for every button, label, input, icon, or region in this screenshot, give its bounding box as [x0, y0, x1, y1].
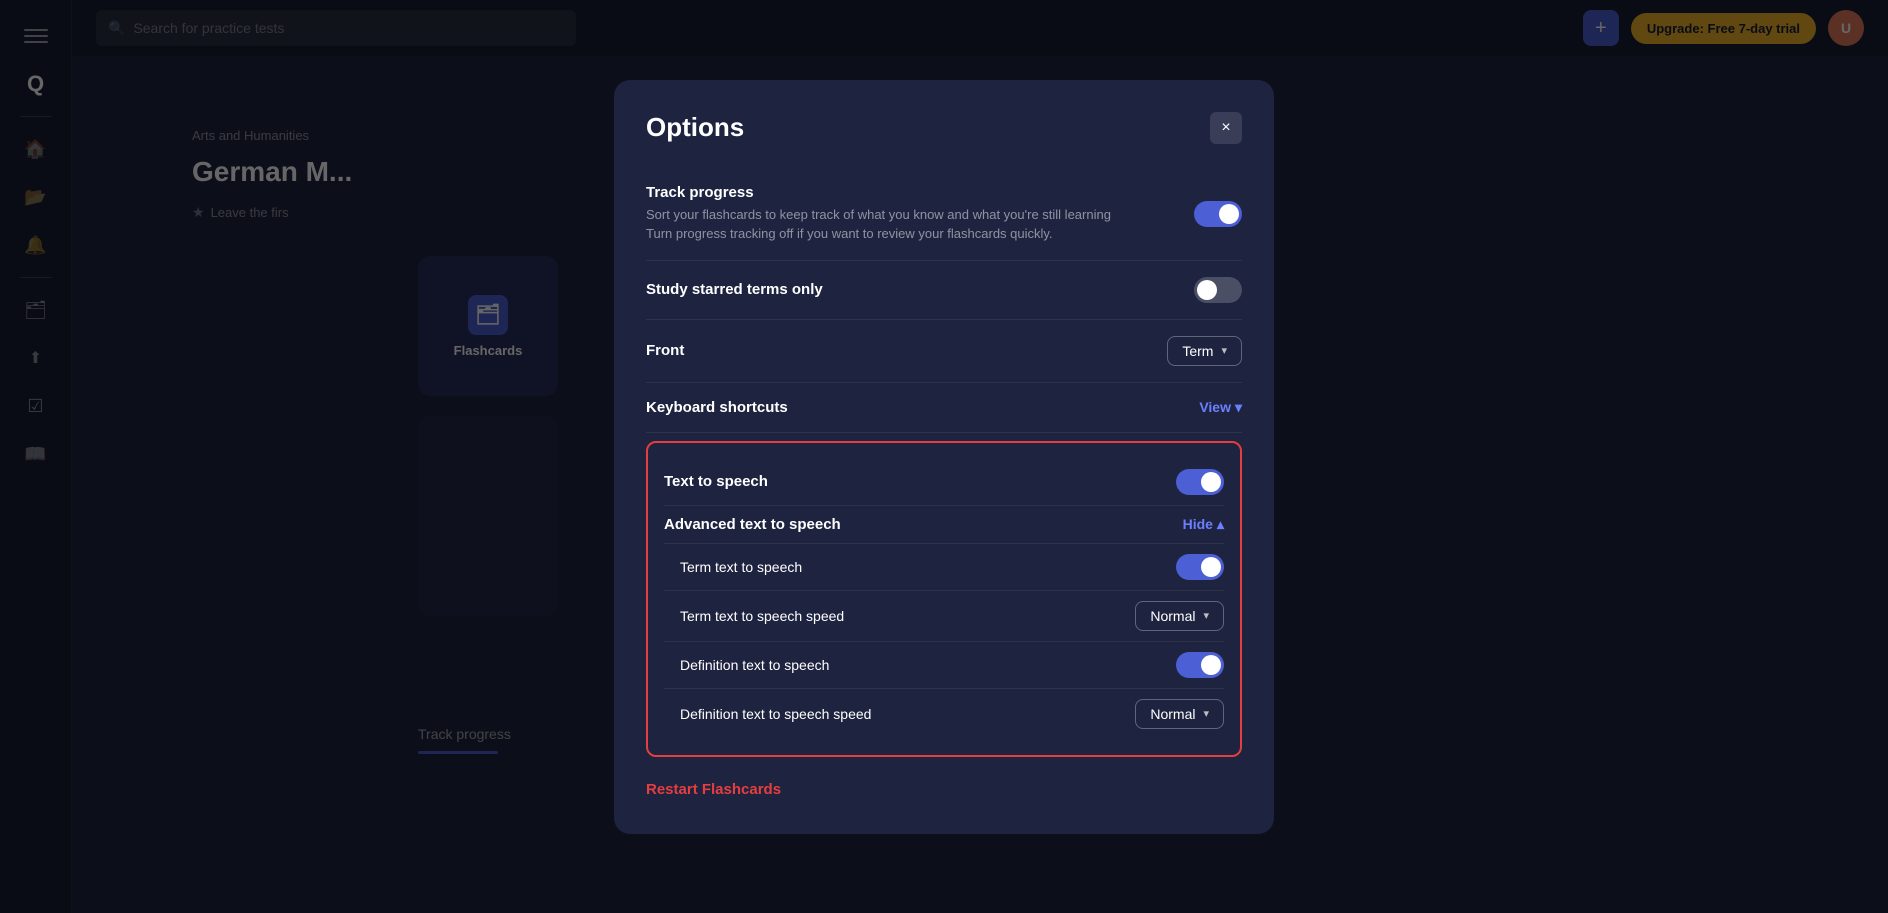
options-modal: Options Restart Flashcards × Track progr…	[614, 80, 1274, 834]
chevron-up-icon: ▴	[1217, 516, 1224, 533]
tts-toggle[interactable]	[1176, 469, 1224, 495]
def-tts-row: Definition text to speech	[664, 642, 1224, 689]
toggle-knob-tts	[1201, 472, 1221, 492]
term-speed-value: Normal	[1150, 608, 1195, 624]
track-progress-row: Track progress Sort your flashcards to k…	[646, 168, 1242, 261]
term-tts-label: Term text to speech	[680, 559, 802, 575]
modal-header: Options Restart Flashcards ×	[646, 112, 1242, 144]
tts-label: Text to speech	[664, 473, 768, 490]
def-speed-dropdown[interactable]: Normal ▾	[1135, 699, 1224, 729]
term-tts-speed-row: Term text to speech speed Normal ▾	[664, 591, 1224, 642]
chevron-down-icon-2: ▾	[1235, 399, 1242, 416]
keyboard-shortcuts-row: Keyboard shortcuts View ▾	[646, 383, 1242, 433]
track-progress-desc: Sort your flashcards to keep track of wh…	[646, 205, 1126, 244]
modal-title: Options	[646, 112, 744, 143]
def-tts-speed-row: Definition text to speech speed Normal ▾	[664, 689, 1224, 739]
term-tts-row: Term text to speech	[664, 544, 1224, 591]
hide-link[interactable]: Hide ▴	[1183, 516, 1224, 533]
restart-flashcards-button[interactable]: Restart Flashcards	[646, 765, 781, 802]
front-label: Front	[646, 342, 684, 359]
close-button[interactable]: Restart Flashcards ×	[1210, 112, 1242, 144]
def-tts-label: Definition text to speech	[680, 657, 829, 673]
chevron-down-icon-3: ▾	[1203, 609, 1209, 622]
front-dropdown-label: Term	[1182, 343, 1213, 359]
study-starred-toggle[interactable]	[1194, 277, 1242, 303]
def-speed-value: Normal	[1150, 706, 1195, 722]
front-row: Front Term ▾	[646, 320, 1242, 383]
def-tts-toggle[interactable]	[1176, 652, 1224, 678]
study-starred-label: Study starred terms only	[646, 281, 823, 298]
term-tts-speed-label: Term text to speech speed	[680, 608, 844, 624]
advanced-tts-row: Advanced text to speech Hide ▴	[664, 506, 1224, 544]
tts-section: Text to speech Advanced text to speech H…	[646, 441, 1242, 757]
keyboard-shortcuts-label: Keyboard shortcuts	[646, 399, 788, 416]
front-dropdown[interactable]: Term ▾	[1167, 336, 1242, 366]
chevron-down-icon-4: ▾	[1203, 707, 1209, 720]
track-progress-label: Track progress	[646, 184, 1126, 201]
chevron-down-icon: ▾	[1221, 344, 1227, 357]
toggle-knob-term-tts	[1201, 557, 1221, 577]
track-progress-toggle[interactable]	[1194, 201, 1242, 227]
def-tts-speed-label: Definition text to speech speed	[680, 706, 871, 722]
tts-main-row: Text to speech	[664, 459, 1224, 506]
track-progress-info: Track progress Sort your flashcards to k…	[646, 184, 1126, 244]
advanced-tts-label: Advanced text to speech	[664, 516, 841, 533]
study-starred-row: Study starred terms only	[646, 261, 1242, 320]
view-link[interactable]: View ▾	[1199, 399, 1242, 416]
toggle-knob-2	[1197, 280, 1217, 300]
toggle-knob	[1219, 204, 1239, 224]
toggle-knob-def-tts	[1201, 655, 1221, 675]
term-speed-dropdown[interactable]: Normal ▾	[1135, 601, 1224, 631]
term-tts-toggle[interactable]	[1176, 554, 1224, 580]
